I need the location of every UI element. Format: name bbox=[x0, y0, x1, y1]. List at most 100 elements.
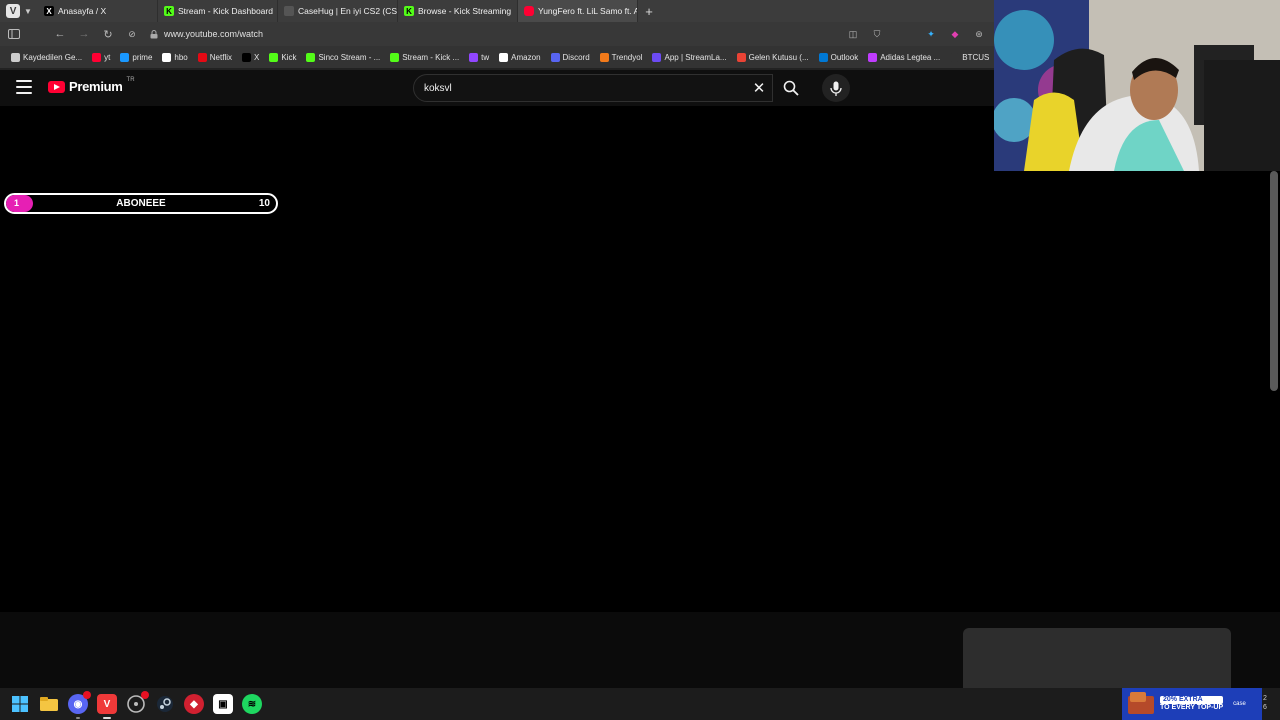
bookmark-label: BTCUS bbox=[962, 52, 990, 62]
back-button[interactable]: ← bbox=[48, 22, 72, 46]
bookmark-item[interactable]: tw bbox=[464, 52, 494, 62]
bookmark-favicon-icon bbox=[390, 52, 400, 62]
kick-icon: K bbox=[164, 6, 174, 16]
bookmark-item[interactable]: yt bbox=[87, 52, 115, 62]
steam-icon[interactable] bbox=[155, 694, 175, 714]
bookmark-item[interactable]: Stream - Kick ... bbox=[385, 52, 464, 62]
bookmark-label: Adidas Legtea ... bbox=[880, 52, 941, 62]
obs-icon[interactable] bbox=[126, 691, 149, 714]
bookmark-icon[interactable]: ⛉ bbox=[868, 25, 886, 43]
casehug-promo-widget[interactable]: 20% EXTRA TO EVERY TOP-UP case bbox=[1122, 688, 1262, 720]
bookmark-favicon-icon bbox=[92, 52, 102, 62]
x-icon: X bbox=[44, 6, 54, 16]
bookmark-item[interactable]: App | StreamLa... bbox=[647, 52, 731, 62]
bookmark-favicon-icon bbox=[469, 52, 479, 62]
tab-x[interactable]: X Anasayfa / X bbox=[38, 0, 158, 22]
bookmark-item[interactable]: prime bbox=[115, 52, 157, 62]
extension-icon[interactable]: ◆ bbox=[946, 25, 964, 43]
reload-icon: ↻ bbox=[103, 28, 113, 41]
extension-icon[interactable]: ⊛ bbox=[970, 25, 988, 43]
youtube-header: Premium TR koksvl ✕ bbox=[0, 68, 994, 106]
bookmark-favicon-icon bbox=[197, 52, 207, 62]
windows-taskbar: ◉ V ◆ ▣ ≋ bbox=[0, 688, 1280, 720]
bookmark-item[interactable]: Gelen Kutusu (... bbox=[732, 52, 814, 62]
tab-title: CaseHug | En iyi CS2 (CS:G bbox=[298, 6, 398, 16]
search-value: koksvl bbox=[424, 82, 452, 94]
webcam-image bbox=[994, 0, 1280, 171]
extension-icon[interactable]: ✦ bbox=[922, 25, 940, 43]
rss-icon[interactable]: ◫ bbox=[844, 25, 862, 43]
search-button[interactable] bbox=[773, 74, 809, 102]
vivaldi-menu-button[interactable]: V ▼ bbox=[0, 0, 38, 22]
bookmark-item[interactable]: Outlook bbox=[814, 52, 864, 62]
bookmark-label: Netflix bbox=[209, 52, 232, 62]
tray-clock: 2 6 bbox=[1263, 695, 1267, 711]
bookmark-label: App | StreamLa... bbox=[664, 52, 727, 62]
logo-text: Premium bbox=[69, 79, 123, 94]
vivaldi-icon[interactable]: V bbox=[97, 694, 117, 719]
bookmark-label: Kick bbox=[281, 52, 297, 62]
spotify-icon[interactable]: ≋ bbox=[242, 694, 262, 714]
bookmark-item[interactable]: Sinco Stream - ... bbox=[301, 52, 385, 62]
bookmark-label: Sinco Stream - ... bbox=[318, 52, 381, 62]
arrow-left-icon: ← bbox=[54, 28, 66, 40]
bookmark-favicon-icon bbox=[162, 52, 172, 62]
search-input[interactable]: koksvl bbox=[413, 74, 773, 102]
tab-kick-browse[interactable]: K Browse - Kick Streaming bbox=[398, 0, 518, 22]
new-tab-button[interactable]: + bbox=[638, 0, 660, 22]
bookmark-item[interactable]: Netflix bbox=[193, 52, 237, 62]
bookmark-label: Gelen Kutusu (... bbox=[748, 52, 809, 62]
video-placeholder-panel bbox=[963, 628, 1231, 690]
site-settings-button[interactable]: ⊘ bbox=[120, 22, 144, 46]
capcut-icon[interactable]: ▣ bbox=[213, 694, 233, 714]
reload-button[interactable]: ↻ bbox=[96, 22, 120, 46]
windows-start-icon[interactable] bbox=[10, 694, 30, 714]
youtube-icon bbox=[524, 6, 534, 16]
bookmark-label: hbo bbox=[174, 52, 188, 62]
bookmark-label: X bbox=[254, 52, 260, 62]
youtube-premium-logo[interactable]: Premium TR bbox=[48, 77, 135, 94]
bookmark-favicon-icon bbox=[499, 52, 509, 62]
clear-search-button[interactable]: ✕ bbox=[748, 77, 770, 99]
arrow-right-icon: → bbox=[78, 28, 90, 40]
bookmark-item[interactable]: Trendyol bbox=[595, 52, 648, 62]
promo-cases-image bbox=[1128, 692, 1154, 714]
plus-icon: + bbox=[645, 3, 653, 19]
bookmark-item[interactable]: Amazon bbox=[494, 52, 545, 62]
tab-youtube[interactable]: YungFero ft. LiL Samo ft. A bbox=[518, 0, 638, 22]
page-scrollbar[interactable] bbox=[1270, 171, 1278, 391]
chevron-down-icon: ▼ bbox=[24, 6, 32, 16]
bookmark-item[interactable]: Discord bbox=[546, 52, 595, 62]
forward-button[interactable]: → bbox=[72, 22, 96, 46]
address-bar[interactable]: www.youtube.com/watch bbox=[144, 25, 744, 43]
bookmark-item[interactable]: Adidas Legtea ... bbox=[863, 52, 945, 62]
discord-icon[interactable]: ◉ bbox=[68, 691, 91, 719]
bookmark-item[interactable]: BTCUS bbox=[945, 52, 994, 62]
lock-icon bbox=[150, 29, 158, 38]
sidebar-toggle-button[interactable] bbox=[2, 22, 26, 46]
bookmark-item[interactable]: Kick bbox=[264, 52, 301, 62]
bookmark-label: tw bbox=[481, 52, 490, 62]
menu-icon[interactable] bbox=[16, 80, 32, 94]
app-red-icon[interactable]: ◆ bbox=[184, 694, 204, 714]
kick-icon: K bbox=[404, 6, 414, 16]
bookmark-item[interactable]: hbo bbox=[157, 52, 192, 62]
bookmark-favicon-icon bbox=[950, 52, 960, 62]
tab-kick-dashboard[interactable]: K Stream - Kick Dashboard bbox=[158, 0, 278, 22]
search-icon bbox=[783, 80, 799, 96]
browser-tab-strip: V ▼ X Anasayfa / X K Stream - Kick Dashb… bbox=[0, 0, 994, 22]
tab-casehug[interactable]: CaseHug | En iyi CS2 (CS:G bbox=[278, 0, 398, 22]
promo-subline: TO EVERY TOP-UP bbox=[1160, 704, 1224, 711]
bookmark-label: prime bbox=[132, 52, 153, 62]
bookmark-favicon-icon bbox=[11, 52, 20, 62]
bookmark-item[interactable]: Kaydedilen Ge... bbox=[6, 52, 87, 62]
file-explorer-icon[interactable] bbox=[39, 694, 59, 714]
subscriber-goal-bar: 1 ABONEEE 10 bbox=[4, 193, 278, 214]
browser-address-row: ← → ↻ ⊘ www.youtube.com/watch ◫ ⛉ ✦ ◆ ⊛ bbox=[0, 22, 994, 46]
bookmark-item[interactable]: X bbox=[237, 52, 264, 62]
url-text: www.youtube.com/watch bbox=[164, 29, 264, 39]
voice-search-button[interactable] bbox=[822, 74, 850, 102]
bookmark-favicon-icon bbox=[736, 52, 746, 62]
bookmark-favicon-icon bbox=[269, 52, 279, 62]
casehug-icon bbox=[284, 6, 294, 16]
